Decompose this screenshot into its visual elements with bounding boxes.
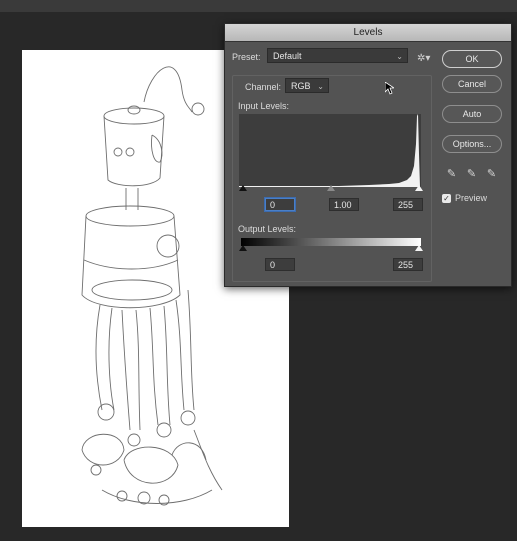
- input-levels-label: Input Levels:: [238, 101, 290, 111]
- output-white-slider[interactable]: [415, 245, 423, 251]
- output-white-field[interactable]: 255: [393, 258, 423, 271]
- output-gradient: [241, 238, 421, 246]
- input-black-slider[interactable]: [239, 185, 247, 191]
- app-top-strip: [0, 0, 517, 12]
- preview-checkbox[interactable]: ✓: [442, 194, 451, 203]
- cancel-button[interactable]: Cancel: [442, 75, 502, 93]
- gray-eyedropper-icon[interactable]: ✎: [465, 168, 478, 181]
- input-gamma-slider[interactable]: [327, 185, 335, 191]
- dialog-title[interactable]: Levels: [225, 24, 511, 42]
- preset-select[interactable]: Default ⌄: [267, 48, 408, 63]
- chevron-down-icon: ⌄: [396, 52, 403, 61]
- output-black-slider[interactable]: [239, 245, 247, 251]
- channel-select[interactable]: RGB ⌄: [285, 78, 329, 93]
- input-black-field[interactable]: 0: [265, 198, 295, 211]
- histogram: [239, 114, 421, 187]
- output-black-field[interactable]: 0: [265, 258, 295, 271]
- ok-button[interactable]: OK: [442, 50, 502, 68]
- channel-value: RGB: [291, 81, 311, 91]
- options-button[interactable]: Options...: [442, 135, 502, 153]
- output-levels-label: Output Levels:: [238, 224, 297, 234]
- input-white-field[interactable]: 255: [393, 198, 423, 211]
- preset-value: Default: [273, 51, 302, 61]
- preset-label: Preset:: [232, 52, 261, 62]
- channel-label: Channel:: [245, 82, 282, 92]
- input-gamma-field[interactable]: 1.00: [329, 198, 359, 211]
- input-white-slider[interactable]: [415, 185, 423, 191]
- checkbox-check-icon: ✓: [443, 194, 450, 203]
- histogram-graph: [239, 114, 420, 187]
- chevron-down-icon: ⌄: [317, 82, 324, 91]
- black-eyedropper-icon[interactable]: ✎: [445, 168, 458, 181]
- preview-label: Preview: [455, 193, 488, 203]
- auto-button[interactable]: Auto: [442, 105, 502, 123]
- white-eyedropper-icon[interactable]: ✎: [485, 168, 498, 181]
- levels-dialog: Levels Preset: Default ⌄ ✲▾ Channel: RGB…: [224, 23, 512, 287]
- gear-icon[interactable]: ✲▾: [417, 53, 430, 64]
- mouse-pointer-icon: [385, 82, 394, 95]
